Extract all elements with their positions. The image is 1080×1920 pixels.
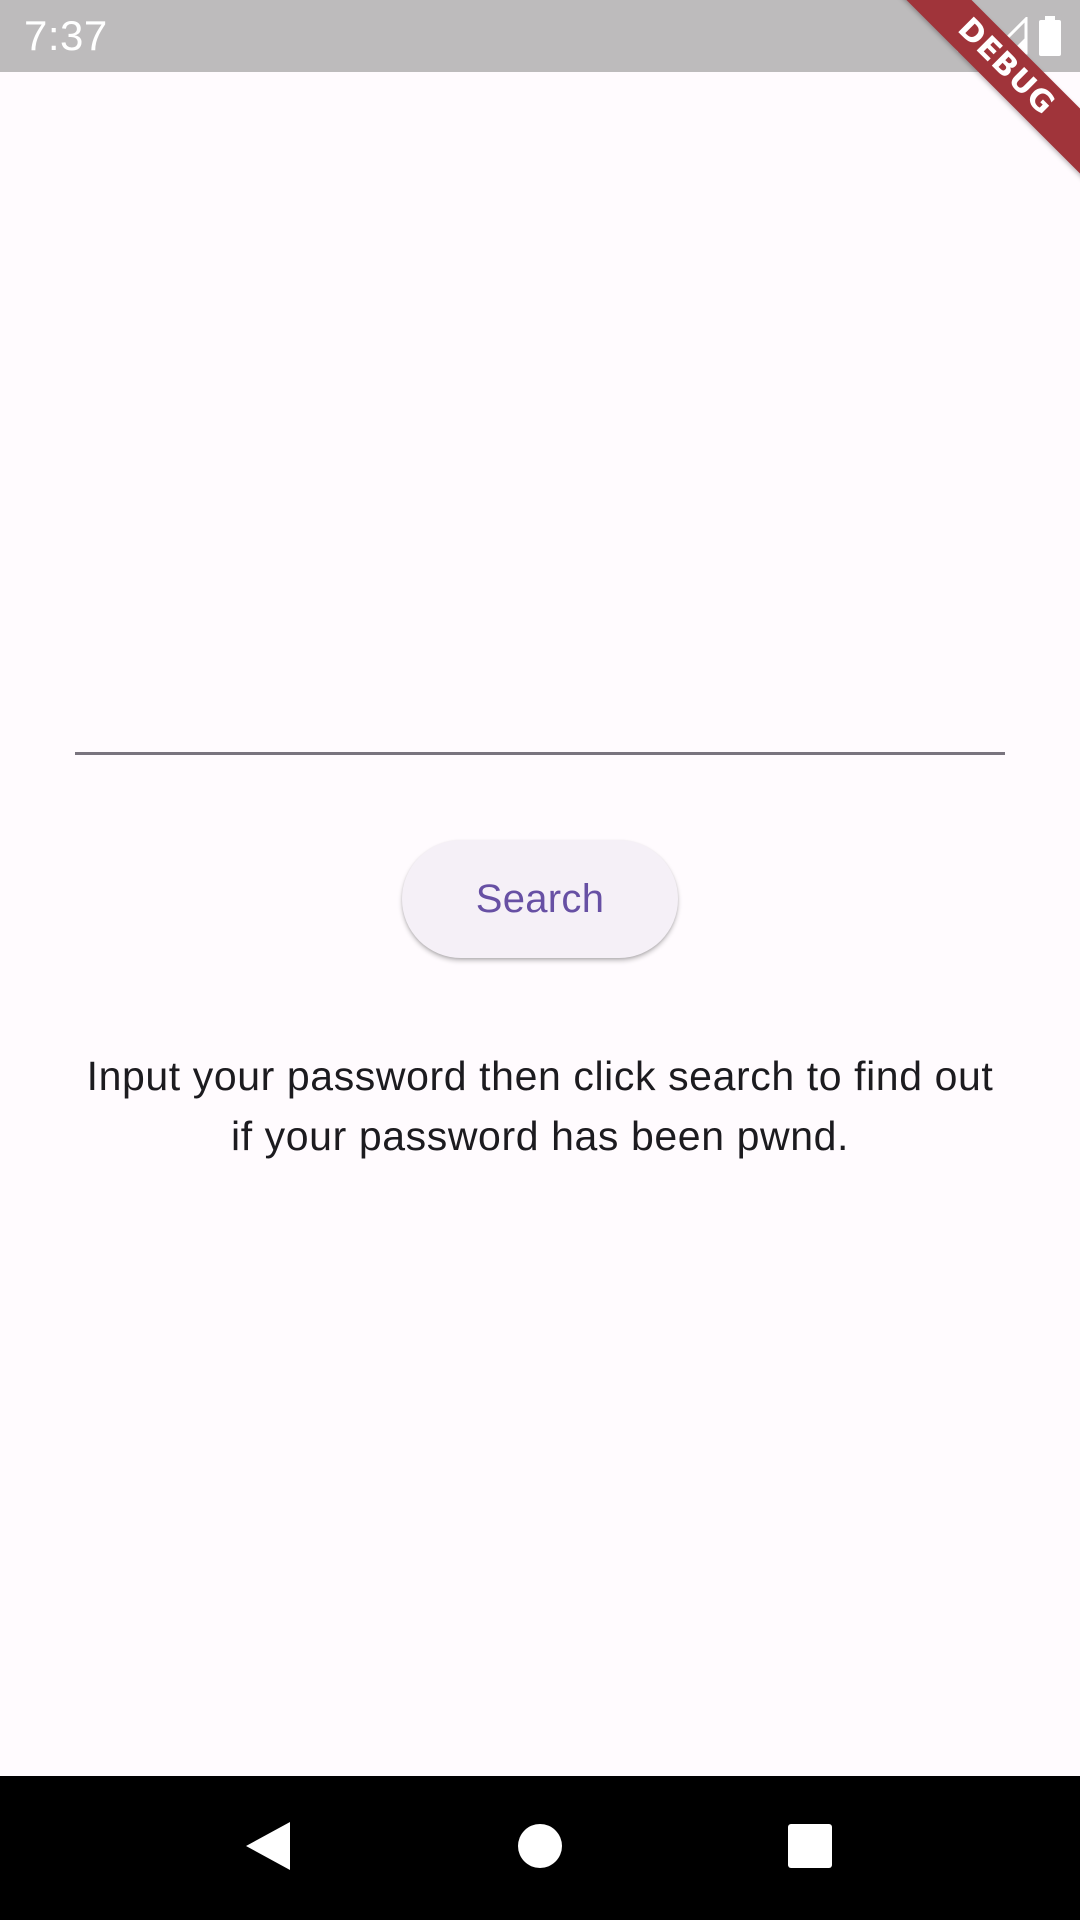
battery-icon [1038, 16, 1062, 56]
status-icons [936, 14, 1062, 58]
search-button[interactable]: Search [402, 840, 678, 958]
info-text: Input your password then click search to… [86, 1053, 994, 1159]
status-bar: 7:37 [0, 0, 1080, 72]
app-screen: 7:37 DEBUG Search Input your password th… [0, 0, 1080, 1920]
signal-icon [990, 17, 1028, 55]
navigation-bar [0, 1776, 1080, 1920]
recents-icon [787, 1823, 833, 1874]
status-time: 7:37 [24, 12, 108, 59]
back-icon [244, 1820, 292, 1877]
password-input[interactable] [75, 690, 1005, 755]
nav-home-button[interactable] [470, 1776, 610, 1920]
nav-back-button[interactable] [198, 1776, 338, 1920]
search-button-label: Search [475, 876, 605, 921]
home-icon [517, 1823, 563, 1874]
nav-recents-button[interactable] [740, 1776, 880, 1920]
wifi-icon [936, 18, 980, 54]
